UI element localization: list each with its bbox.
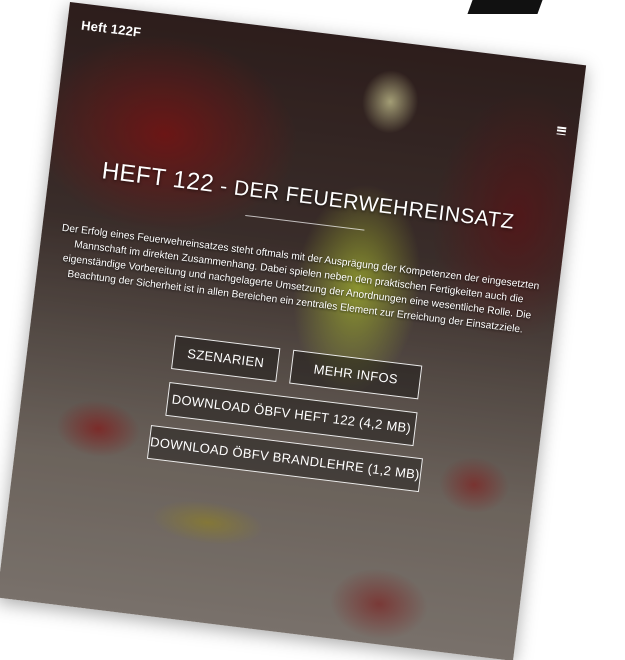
brand-logo[interactable]: Heft 122F [80, 18, 142, 40]
scenarios-button[interactable]: SZENARIEN [171, 335, 281, 382]
menu-line [556, 129, 567, 133]
photo-stage: Heft 122F HEFT 122 - DER FEUERWEHREINSAT… [0, 0, 625, 660]
hero-title-sub: DER FEUERWEHREINSATZ [232, 176, 516, 234]
hamburger-menu-icon[interactable] [556, 126, 567, 136]
menu-line [556, 132, 566, 136]
page-content: Heft 122F HEFT 122 - DER FEUERWEHREINSAT… [0, 2, 586, 660]
intro-text: Der Erfolg eines Feuerwehreinsatzes steh… [61, 222, 540, 336]
background-object [467, 0, 543, 14]
title-divider [245, 214, 365, 231]
menu-line [557, 126, 567, 129]
more-info-button[interactable]: MEHR INFOS [289, 349, 423, 400]
device-screen: Heft 122F HEFT 122 - DER FEUERWEHREINSAT… [0, 2, 587, 660]
hero-title-main: HEFT 122 [100, 157, 216, 198]
